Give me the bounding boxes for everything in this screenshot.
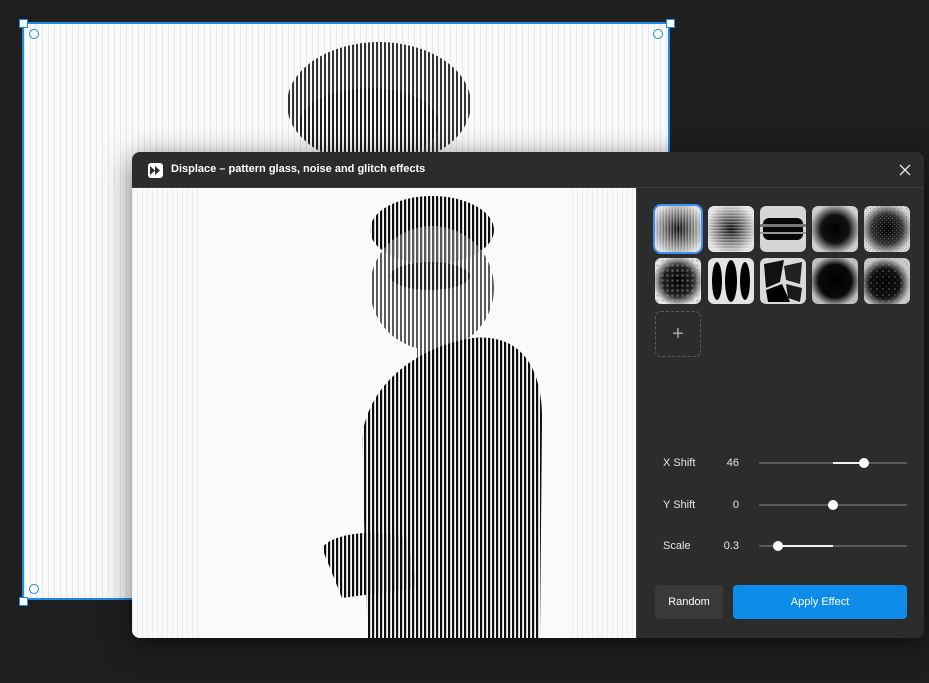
- pattern-horizontal-streak[interactable]: [760, 206, 806, 252]
- plugin-dialog: Displace – pattern glass, noise and glit…: [132, 152, 924, 638]
- pattern-vertical-lens[interactable]: [708, 258, 754, 304]
- scale-slider[interactable]: [759, 541, 907, 551]
- scale-value: 0.3: [723, 540, 739, 552]
- y-shift-slider[interactable]: [759, 500, 907, 510]
- pattern-vertical-ribbed[interactable]: [653, 204, 703, 254]
- close-icon: [899, 164, 911, 176]
- corner-radius-handle-top-right[interactable]: [653, 29, 663, 39]
- apply-effect-button[interactable]: Apply Effect: [733, 585, 907, 619]
- preview-image: [132, 188, 636, 638]
- corner-radius-handle-bottom-left[interactable]: [29, 584, 39, 594]
- plus-icon: +: [672, 323, 684, 345]
- y-shift-value: 0: [732, 499, 739, 511]
- scale-slider-knob[interactable]: [773, 541, 784, 551]
- pattern-shards[interactable]: [760, 258, 806, 304]
- y-shift-slider-knob[interactable]: [828, 500, 838, 510]
- x-shift-value: 46: [726, 457, 739, 469]
- dialog-title: Displace – pattern glass, noise and glit…: [171, 163, 426, 175]
- fast-forward-icon: [148, 163, 163, 178]
- y-shift-label: Y Shift: [663, 499, 696, 511]
- dialog-titlebar: Displace – pattern glass, noise and glit…: [132, 152, 924, 188]
- random-button[interactable]: Random: [655, 585, 723, 619]
- controls-panel: + X Shift 46 Y Shift 0 Scale 0.3 Random …: [636, 188, 924, 638]
- x-shift-slider[interactable]: [759, 458, 907, 468]
- pattern-horizontal-ribbed[interactable]: [708, 206, 754, 252]
- pattern-dotted-radial[interactable]: [655, 258, 701, 304]
- add-pattern-button[interactable]: +: [655, 311, 701, 357]
- scale-label: Scale: [663, 540, 691, 552]
- scale-slider-fill: [778, 545, 833, 547]
- pattern-soft-radial[interactable]: [812, 206, 858, 252]
- x-shift-slider-knob[interactable]: [859, 458, 870, 468]
- resize-handle-top-left[interactable]: [19, 19, 28, 28]
- close-button[interactable]: [895, 160, 915, 180]
- effect-preview: [132, 188, 636, 638]
- x-shift-label: X Shift: [663, 457, 696, 469]
- pattern-noise-radial[interactable]: [864, 206, 910, 252]
- corner-radius-handle-top-left[interactable]: [29, 29, 39, 39]
- pattern-dark-blob[interactable]: [812, 258, 858, 304]
- pattern-speckle-blob[interactable]: [864, 258, 910, 304]
- resize-handle-bottom-left[interactable]: [19, 597, 28, 606]
- resize-handle-top-right[interactable]: [666, 19, 675, 28]
